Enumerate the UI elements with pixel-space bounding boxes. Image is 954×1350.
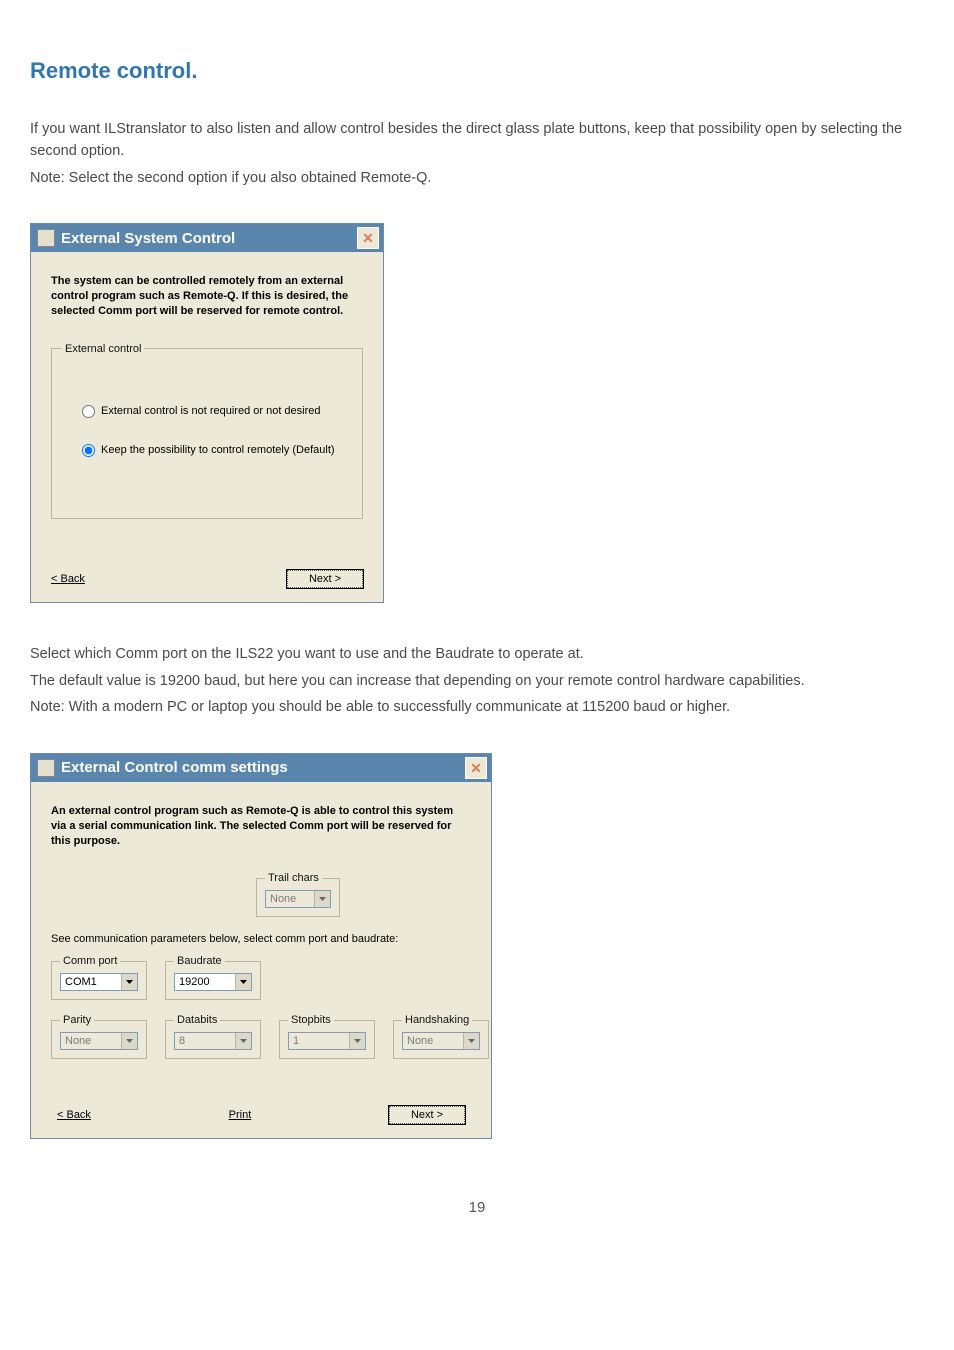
close-icon[interactable]: ✕ <box>465 757 487 779</box>
baudrate-value: 19200 <box>175 976 235 988</box>
stopbits-value: 1 <box>289 1035 349 1047</box>
databits-group: Databits 8 <box>165 1014 261 1059</box>
trail-chars-combo[interactable]: None <box>265 890 331 908</box>
external-control-group: External control External control is not… <box>51 343 363 519</box>
handshaking-group: Handshaking None <box>393 1014 489 1059</box>
app-icon <box>37 759 55 777</box>
databits-value: 8 <box>175 1035 235 1047</box>
comm-port-value: COM1 <box>61 976 121 988</box>
chevron-down-icon <box>463 1033 479 1049</box>
radio-keep-remote-label: Keep the possibility to control remotely… <box>101 444 335 456</box>
dialog1-title: External System Control <box>61 230 357 247</box>
external-control-comm-dialog: External Control comm settings ✕ An exte… <box>30 753 492 1139</box>
print-button[interactable]: Print <box>229 1109 252 1121</box>
chevron-down-icon <box>349 1033 365 1049</box>
dialog2-title: External Control comm settings <box>61 759 465 776</box>
dialog2-titlebar: External Control comm settings ✕ <box>31 754 491 782</box>
comm-port-group: Comm port COM1 <box>51 955 147 1000</box>
back-button[interactable]: < Back <box>51 573 85 585</box>
radio-not-required[interactable]: External control is not required or not … <box>82 405 352 418</box>
baudrate-legend: Baudrate <box>174 955 225 967</box>
comm-paragraph-2: The default value is 19200 baud, but her… <box>30 670 924 692</box>
radio-keep-remote-input[interactable] <box>82 444 95 457</box>
section-heading: Remote control. <box>30 58 924 84</box>
chevron-down-icon <box>121 1033 137 1049</box>
close-icon[interactable]: ✕ <box>357 227 379 249</box>
stopbits-group: Stopbits 1 <box>279 1014 375 1059</box>
dialog2-description: An external control program such as Remo… <box>51 804 471 849</box>
radio-not-required-input[interactable] <box>82 405 95 418</box>
handshaking-value: None <box>403 1035 463 1047</box>
radio-keep-remote[interactable]: Keep the possibility to control remotely… <box>82 444 352 457</box>
parity-group: Parity None <box>51 1014 147 1059</box>
comm-port-legend: Comm port <box>60 955 120 967</box>
parity-value: None <box>61 1035 121 1047</box>
app-icon <box>37 229 55 247</box>
comm-paragraph-1: Select which Comm port on the ILS22 you … <box>30 643 924 665</box>
intro-paragraph-2: Note: Select the second option if you al… <box>30 167 924 189</box>
trail-chars-value: None <box>266 893 314 905</box>
chevron-down-icon <box>121 974 137 990</box>
stopbits-legend: Stopbits <box>288 1014 334 1026</box>
intro-paragraph-1: If you want ILStranslator to also listen… <box>30 118 924 163</box>
dialog1-titlebar: External System Control ✕ <box>31 224 383 252</box>
trail-chars-legend: Trail chars <box>265 872 322 884</box>
next-button[interactable]: Next > <box>287 570 363 588</box>
databits-combo[interactable]: 8 <box>174 1032 252 1050</box>
stopbits-combo[interactable]: 1 <box>288 1032 366 1050</box>
external-control-legend: External control <box>62 343 144 355</box>
chevron-down-icon <box>235 974 251 990</box>
back-button[interactable]: < Back <box>57 1109 91 1121</box>
comm-port-combo[interactable]: COM1 <box>60 973 138 991</box>
parity-legend: Parity <box>60 1014 94 1026</box>
baudrate-combo[interactable]: 19200 <box>174 973 252 991</box>
handshaking-legend: Handshaking <box>402 1014 472 1026</box>
handshaking-combo[interactable]: None <box>402 1032 480 1050</box>
parity-combo[interactable]: None <box>60 1032 138 1050</box>
baudrate-group: Baudrate 19200 <box>165 955 261 1000</box>
radio-not-required-label: External control is not required or not … <box>101 405 321 417</box>
chevron-down-icon <box>235 1033 251 1049</box>
next-button[interactable]: Next > <box>389 1106 465 1124</box>
external-system-control-dialog: External System Control ✕ The system can… <box>30 223 384 603</box>
trail-chars-group: Trail chars None <box>256 872 340 917</box>
databits-legend: Databits <box>174 1014 220 1026</box>
chevron-down-icon <box>314 891 330 907</box>
comm-instructions: See communication parameters below, sele… <box>51 933 471 945</box>
dialog1-description: The system can be controlled remotely fr… <box>51 274 363 319</box>
comm-paragraph-3: Note: With a modern PC or laptop you sho… <box>30 696 924 718</box>
page-number: 19 <box>30 1199 924 1216</box>
